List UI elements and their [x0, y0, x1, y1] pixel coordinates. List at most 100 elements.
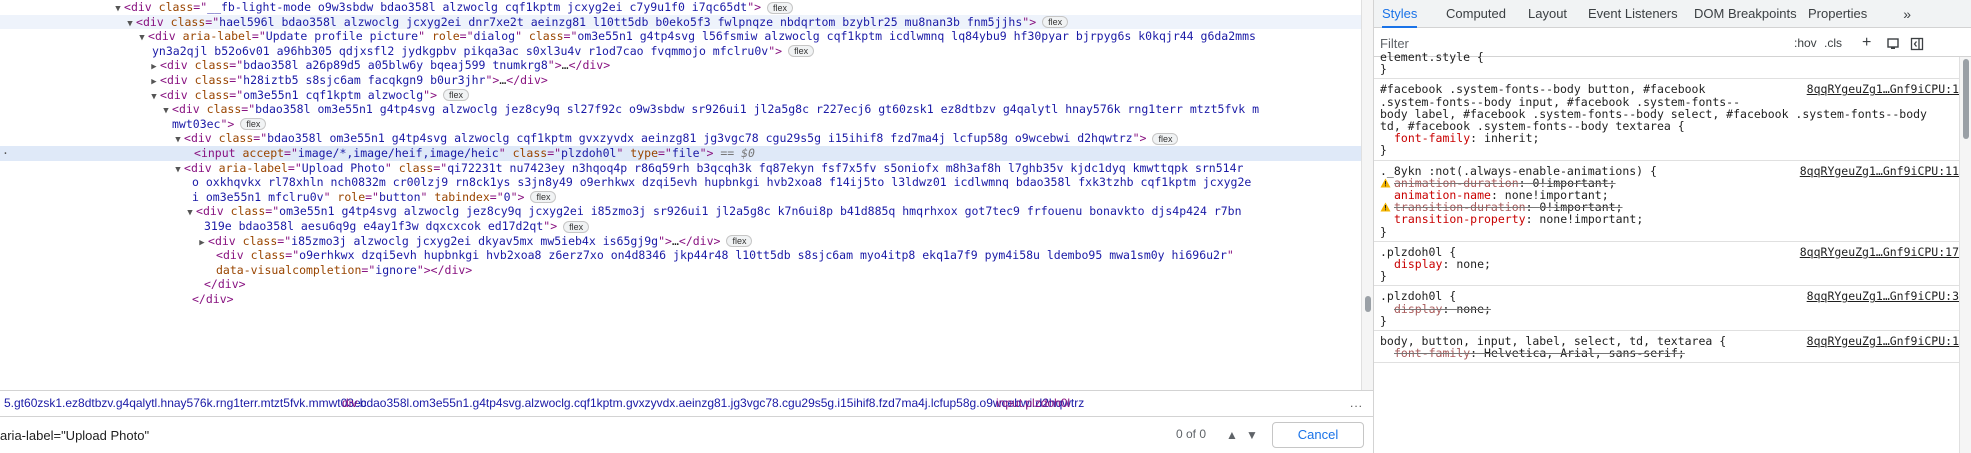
dom-node[interactable]: ▶ <div class="h28iztb5 s8sjc6am facqkgn9 …: [0, 73, 1361, 88]
dom-node[interactable]: mwt03ec"> flex: [0, 117, 1361, 132]
breadcrumb-item-active[interactable]: input.plzdoh0l: [996, 391, 1070, 416]
css-property-value[interactable]: inherit;: [1484, 131, 1539, 145]
flex-badge[interactable]: flex: [240, 118, 267, 131]
flex-badge[interactable]: flex: [563, 220, 590, 233]
collapse-triangle-icon[interactable]: ▼: [124, 17, 136, 30]
rule-source-link[interactable]: 8qqRYgeuZg1…Gnf9iCPU:1: [1807, 334, 1959, 348]
dom-node[interactable]: ▶ <div class="i85zmo3j alzwoclg jcxyg2ei …: [0, 234, 1361, 249]
rule-source-link[interactable]: 8qqRYgeuZg1…Gnf9iCPU:1: [1807, 82, 1959, 96]
css-property-value[interactable]: none;: [1456, 302, 1491, 316]
dom-node[interactable]: ▼ <div class="bdao358l om3e55n1 g4tp4svg …: [0, 131, 1361, 146]
rule-source-link[interactable]: 8qqRYgeuZg1…Gnf9iCPU:17: [1800, 245, 1959, 259]
rule-source-link[interactable]: 8qqRYgeuZg1…Gnf9iCPU:3: [1807, 289, 1959, 303]
dom-node[interactable]: ▼ <div class="bdao358l om3e55n1 g4tp4svg …: [0, 102, 1361, 117]
dom-node[interactable]: i om3e55n1 mfclru0v" role="button" tabin…: [0, 190, 1361, 205]
search-input[interactable]: [0, 425, 1150, 445]
dom-node[interactable]: ▶ <div class="bdao358l a26p89d5 a05blw6y …: [0, 58, 1361, 73]
expand-triangle-icon[interactable]: ▶: [196, 236, 208, 249]
style-rule[interactable]: .plzdoh0l {8qqRYgeuZg1…Gnf9iCPU:17 displa…: [1374, 242, 1959, 287]
tab-layout[interactable]: Layout: [1528, 0, 1567, 28]
css-declaration[interactable]: display: none;: [1394, 257, 1491, 271]
markup-space: [200, 102, 207, 116]
css-property-value[interactable]: none;: [1456, 257, 1491, 271]
style-rule[interactable]: body, button, input, label, select, td, …: [1374, 331, 1959, 364]
flex-badge[interactable]: flex: [767, 1, 794, 14]
styles-scrollbar[interactable]: [1959, 57, 1971, 453]
collapse-triangle-icon[interactable]: ▼: [160, 104, 172, 117]
collapsed-ellipsis[interactable]: …: [672, 234, 679, 248]
search-previous-icon[interactable]: ▲: [1222, 425, 1242, 445]
flex-badge[interactable]: flex: [1152, 132, 1179, 145]
dom-node[interactable]: ▼ <div aria-label="Upload Photo" class="q…: [0, 161, 1361, 176]
styles-scrollbar-thumb[interactable]: [1963, 59, 1969, 139]
dom-node[interactable]: o oxkhqvkx rl78xhln nch0832m cr00lzj9 rn…: [0, 175, 1361, 190]
style-rule[interactable]: #facebook .system-fonts--body button, #f…: [1374, 79, 1959, 161]
attribute-name: role: [337, 189, 366, 204]
elements-tree[interactable]: ▼ <div class="__fb-light-mode o9w3sbdw bd…: [0, 0, 1361, 390]
markup-punctuation: <: [160, 58, 167, 73]
collapse-triangle-icon[interactable]: ▼: [112, 2, 124, 15]
flex-badge[interactable]: flex: [726, 235, 753, 248]
rule-source-link[interactable]: 8qqRYgeuZg1…Gnf9iCPU:11: [1800, 164, 1959, 178]
style-rule[interactable]: ._8ykn :not(.always-enable-animations) {…: [1374, 161, 1959, 242]
elements-scrollbar-thumb[interactable]: [1365, 296, 1371, 312]
css-property-name[interactable]: transition-property: [1394, 212, 1526, 226]
markup-punctuation: =": [277, 233, 292, 248]
attribute-value: h28iztb5 s8sjc6am facqkgn9 b0ur3jhr: [243, 73, 486, 87]
css-property-value[interactable]: none!important;: [1539, 212, 1643, 226]
css-property-name[interactable]: font-family: [1394, 346, 1470, 360]
css-property-name[interactable]: display: [1394, 257, 1442, 271]
flex-badge[interactable]: flex: [1042, 16, 1069, 29]
dom-node-selected[interactable]: · <input accept="image/*,image/heif,image…: [0, 146, 1361, 161]
breadcrumb-item[interactable]: div.bdao358l.om3e55n1.g4tp4svg.alzwoclg.…: [342, 391, 1084, 416]
tab-event-listeners[interactable]: Event Listeners: [1588, 0, 1678, 28]
dom-node[interactable]: yn3a2qjl b52o6v01 a96hb305 qdjxsfl2 jydk…: [0, 44, 1361, 59]
more-tabs-icon[interactable]: »: [1903, 0, 1911, 28]
style-rule[interactable]: element.style {}: [1374, 47, 1959, 80]
collapse-triangle-icon[interactable]: ▼: [172, 133, 184, 146]
dom-node[interactable]: 319e bdao358l aesu6q9g e4ay1f3w dqxcxcok…: [0, 219, 1361, 234]
dom-node[interactable]: </div>: [0, 277, 1361, 292]
collapse-triangle-icon[interactable]: ▼: [148, 90, 160, 103]
attribute-value: Upload Photo: [301, 160, 385, 175]
expand-triangle-icon[interactable]: ▶: [148, 60, 160, 73]
style-rule[interactable]: .plzdoh0l {8qqRYgeuZg1…Gnf9iCPU:3 display…: [1374, 286, 1959, 331]
dom-node[interactable]: </div>: [0, 292, 1361, 307]
css-property-name[interactable]: font-family: [1394, 131, 1470, 145]
tab-styles[interactable]: Styles: [1382, 0, 1418, 28]
css-declaration[interactable]: font-family: inherit;: [1394, 131, 1539, 145]
flex-badge[interactable]: flex: [443, 89, 470, 102]
markup-punctuation: =": [489, 189, 504, 204]
breadcrumb-item[interactable]: 5.gt60zsk1.ez8dtbzv.g4qalytl.hnay576k.rn…: [4, 391, 367, 416]
dom-node[interactable]: ▼ <div class="om3e55n1 g4tp4svg alzwoclg …: [0, 204, 1361, 219]
flex-badge[interactable]: flex: [788, 45, 815, 58]
dom-node[interactable]: ▼ <div class="__fb-light-mode o9w3sbdw bd…: [0, 0, 1361, 15]
warning-icon: [1380, 201, 1391, 212]
tab-properties[interactable]: Properties: [1808, 0, 1867, 28]
css-declaration[interactable]: font-family: Helvetica, Arial, sans-seri…: [1394, 346, 1685, 360]
dom-node[interactable]: <div class="o9erhkwx dzqi5evh hupbnkgi h…: [0, 248, 1361, 263]
breadcrumb-more-icon[interactable]: ...: [1350, 391, 1363, 416]
search-next-icon[interactable]: ▼: [1242, 425, 1262, 445]
css-declaration[interactable]: display: none;: [1394, 302, 1491, 316]
collapse-triangle-icon[interactable]: ▼: [172, 163, 184, 176]
flex-badge[interactable]: flex: [530, 191, 557, 204]
dom-node-content: </div>: [192, 292, 234, 307]
tag-name: div: [222, 248, 244, 263]
dom-node[interactable]: data-visualcompletion="ignore"></div>: [0, 263, 1361, 278]
search-cancel-button[interactable]: Cancel: [1272, 422, 1364, 448]
collapse-triangle-icon[interactable]: ▼: [136, 31, 148, 44]
css-property-name[interactable]: display: [1394, 302, 1442, 316]
css-declaration[interactable]: transition-property: none!important;: [1394, 212, 1643, 226]
tab-dom-breakpoints[interactable]: DOM Breakpoints: [1694, 0, 1797, 28]
tab-computed[interactable]: Computed: [1446, 0, 1506, 28]
css-property-value[interactable]: Helvetica, Arial, sans-serif;: [1484, 346, 1685, 360]
dom-node[interactable]: ▼ <div class="hael596l bdao358l alzwoclg …: [0, 14, 1361, 30]
collapse-triangle-icon[interactable]: ▼: [184, 206, 196, 219]
dom-node[interactable]: ▼ <div aria-label="Update profile picture…: [0, 29, 1361, 44]
expand-triangle-icon[interactable]: ▶: [148, 75, 160, 88]
collapsed-ellipsis[interactable]: …: [562, 58, 569, 72]
rule-selector[interactable]: element.style {: [1380, 50, 1484, 64]
dom-node[interactable]: ▼ <div class="om3e55n1 cqf1kptm alzwoclg"…: [0, 88, 1361, 103]
elements-scrollbar[interactable]: [1361, 0, 1373, 390]
